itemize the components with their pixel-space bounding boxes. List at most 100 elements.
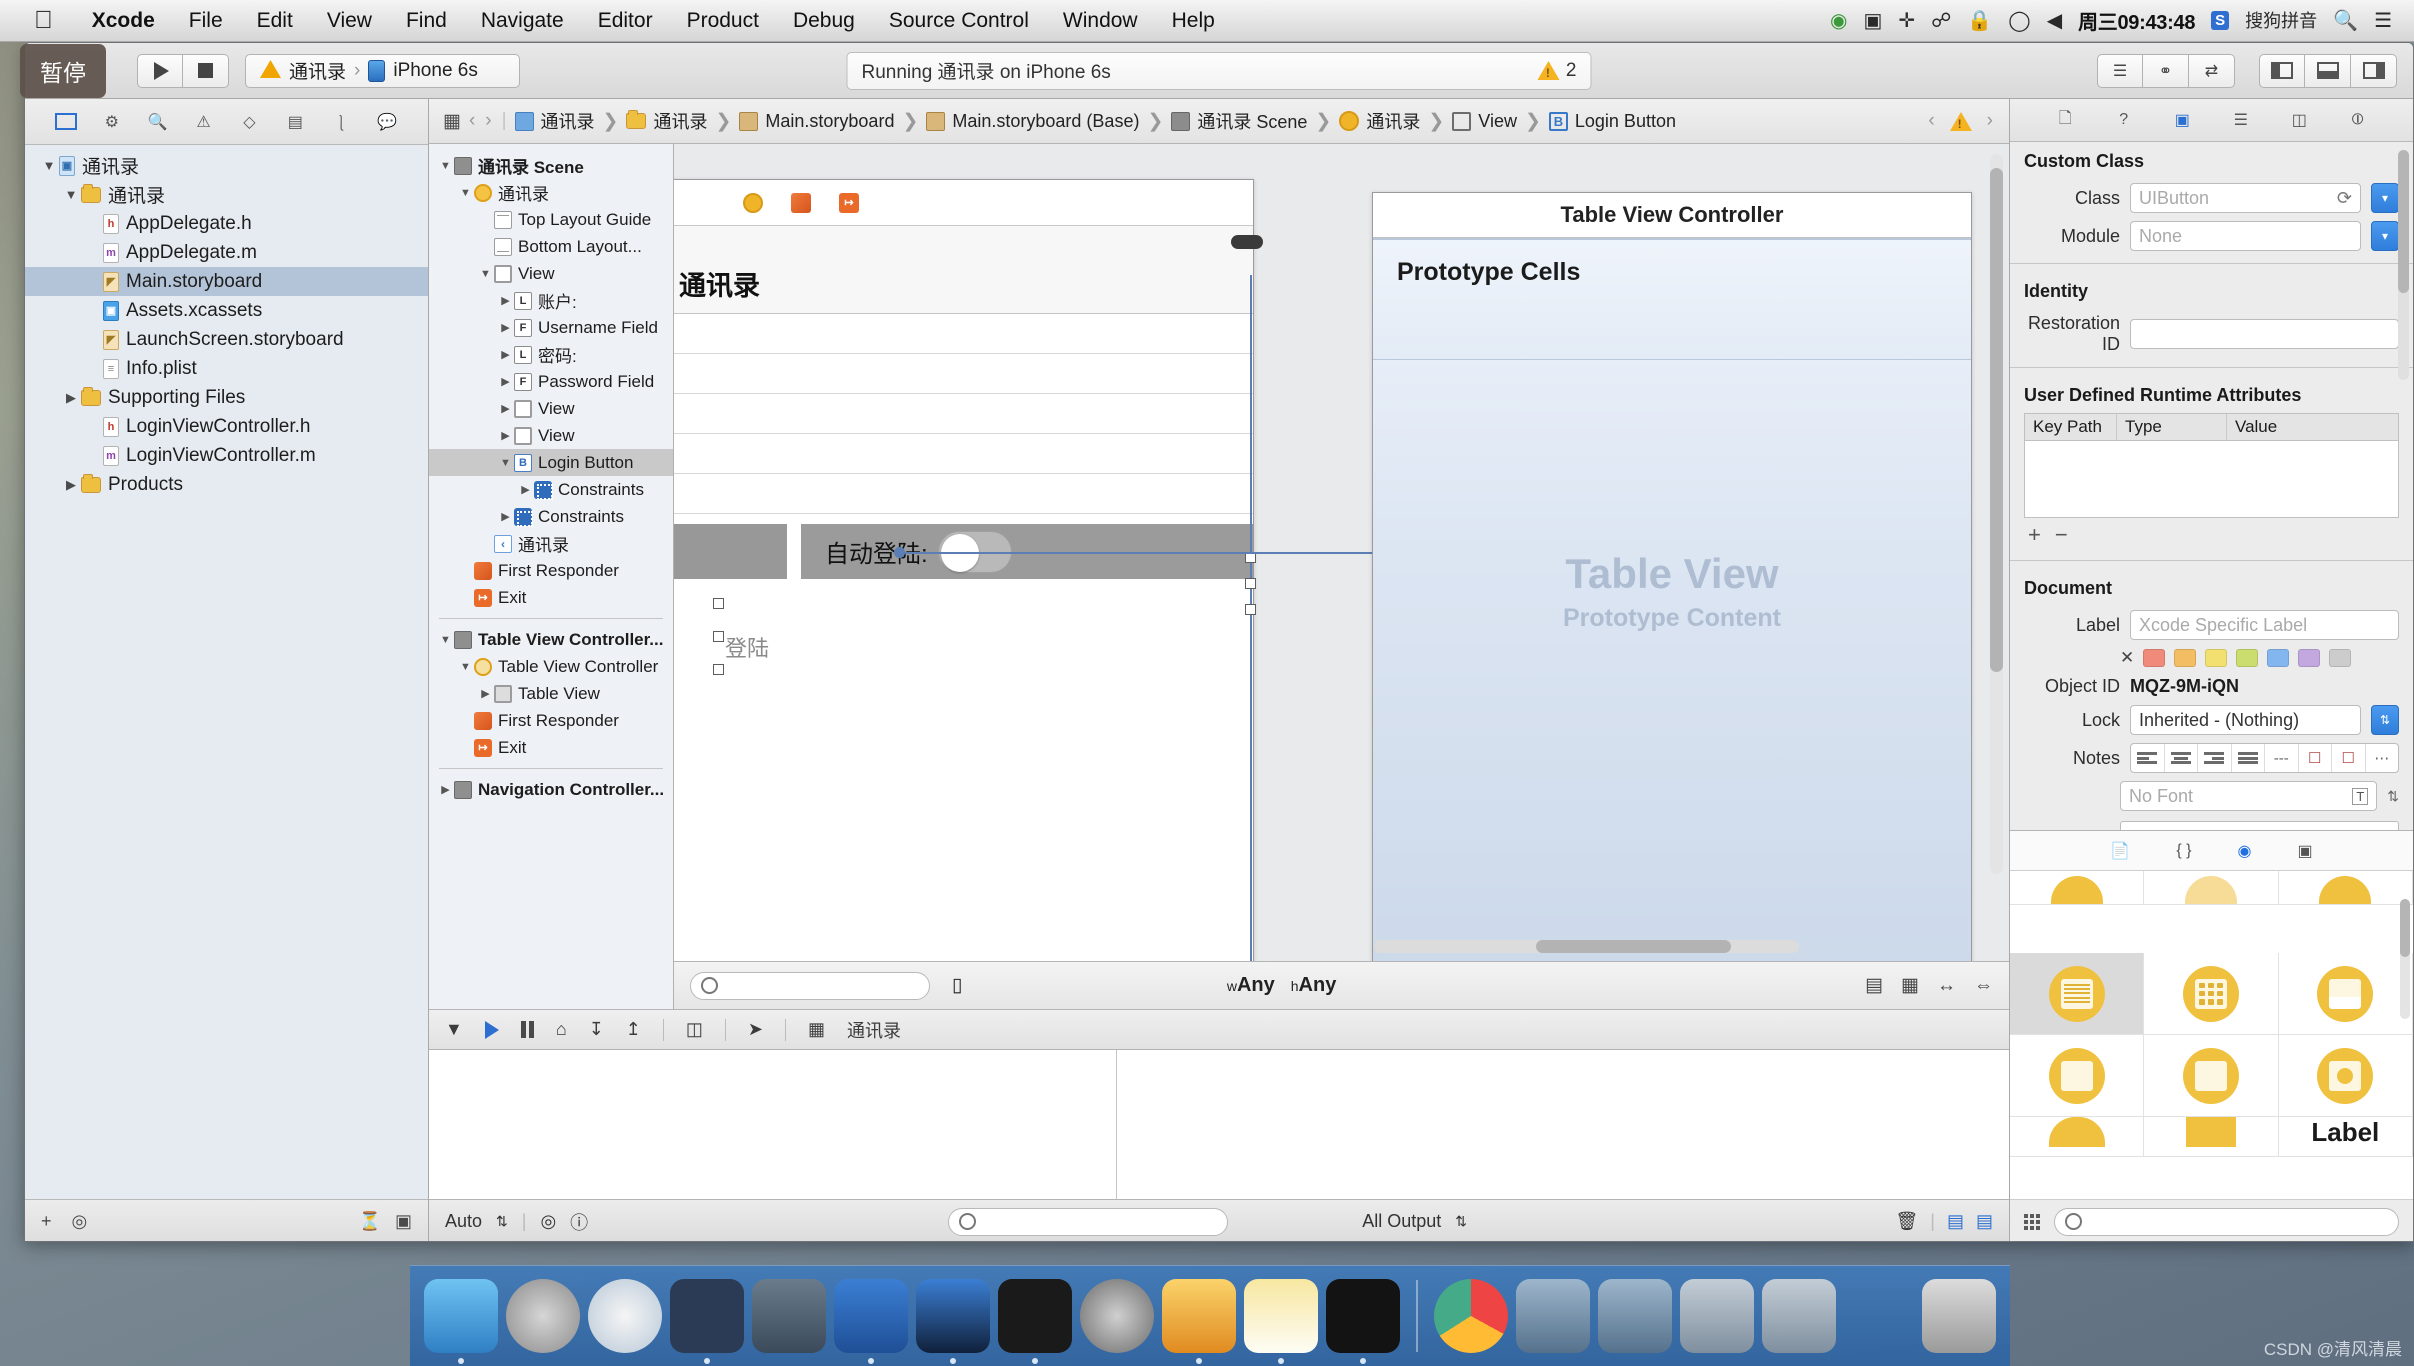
paste-style-icon[interactable]: ☐ [2332,744,2366,773]
quick-help-icon[interactable]: ? [2110,108,2138,132]
class-field[interactable]: UIButton ⟳ [2130,183,2361,214]
disclosure-triangle[interactable]: ▼ [497,457,514,469]
minus-icon[interactable]: − [2055,522,2068,548]
attributes-inspector-icon[interactable]: ☰ [2227,108,2255,132]
menu-item-edit[interactable]: Edit [240,9,310,33]
disclosure-triangle[interactable]: ▶ [497,348,514,361]
menu-item-window[interactable]: Window [1046,9,1155,33]
identity-inspector-icon[interactable]: ▣ [2168,108,2196,132]
menu-item-help[interactable]: Help [1155,9,1232,33]
lock-icon[interactable]: 🔒 [1967,11,1992,31]
source-control-filter-icon[interactable]: ▣ [395,1211,412,1232]
size-inspector-icon[interactable]: ◫ [2285,108,2313,132]
disclosure-triangle[interactable]: ▼ [61,187,81,202]
align-right-icon[interactable] [2198,744,2232,773]
outline-row[interactable]: ▶ L 密码: [429,341,673,368]
file-tree-row[interactable]: ▣ Assets.xcassets [25,296,428,325]
breadcrumb-item-4[interactable]: 通讯录 Scene [1171,108,1307,134]
control-center-icon[interactable]: ☰ [2374,11,2392,31]
file-tree-row[interactable]: ◤ Main.storyboard [25,267,428,296]
breadcrumb-item-1[interactable]: 通讯录 [626,108,707,134]
login-button-label[interactable]: 登陆 [725,631,769,663]
menu-item-find[interactable]: Find [389,9,464,33]
document-label-field[interactable]: Xcode Specific Label [2130,610,2399,641]
file-tree-row[interactable]: ◤ LaunchScreen.storyboard [25,325,428,354]
library-item-player[interactable] [2010,1117,2145,1157]
play-circle-icon[interactable]: ◉ [1830,11,1847,31]
continue-icon[interactable] [484,1020,499,1039]
ime-label[interactable]: 搜狗拼音 [2245,12,2317,30]
airdrop-icon[interactable]: ✛ [1898,11,1915,31]
outline-row[interactable]: First Responder [429,707,673,734]
library-item-table-view[interactable] [2010,953,2145,1035]
size-class-indicator[interactable]: wAny hAny [1227,974,1337,997]
more-options-icon[interactable]: ⋯ [2366,744,2399,772]
issue-navigator-icon[interactable]: ⚠ [189,109,219,135]
filter-icon[interactable]: ◎ [72,1211,88,1232]
media-library-icon[interactable]: ▣ [2297,841,2312,861]
source-control-navigator-icon[interactable]: ⚙ [97,109,127,135]
lock-dropdown-button[interactable]: ⇅ [2371,705,2399,736]
disclosure-triangle[interactable]: ▼ [477,268,494,280]
class-refresh-icon[interactable]: ⟳ [2337,188,2352,209]
volume-icon[interactable]: ◀ [2047,11,2062,31]
dock-item-trash[interactable] [1922,1279,1996,1353]
inspector-scrollbar[interactable] [2398,150,2409,381]
file-tree-row[interactable]: m LoginViewController.m [25,441,428,470]
color-swatch-gray[interactable] [2329,649,2352,668]
run-button[interactable] [137,53,183,88]
stop-button[interactable] [183,53,229,88]
font-stepper[interactable]: ⇅ [2387,788,2399,805]
dock-item-screen-4[interactable] [1762,1279,1836,1353]
color-swatch-orange[interactable] [2174,649,2197,668]
dock-item-notes[interactable] [1244,1279,1318,1364]
disclosure-triangle[interactable]: ▶ [477,687,494,700]
selection-handle[interactable] [713,664,724,675]
search-icon[interactable]: 🔍 [2333,11,2358,31]
menu-item-xcode[interactable]: Xcode [75,9,172,33]
disclosure-triangle[interactable]: ▼ [457,661,474,673]
project-navigator-icon[interactable] [51,109,81,135]
version-editor-button[interactable]: ⇄ [2189,53,2235,88]
library-item-view[interactable] [2144,1035,2279,1117]
dock-item-launchpad[interactable] [506,1279,580,1353]
disclosure-triangle[interactable]: ▶ [61,390,81,406]
outline-row[interactable]: ▶ L 账户: [429,287,673,314]
selection-handle[interactable] [713,631,724,642]
align-center-icon[interactable] [2165,744,2198,773]
library-filter-input[interactable] [2054,1207,2399,1236]
ime-badge-icon[interactable]: S [2211,11,2230,30]
font-field[interactable]: No Font T [2120,781,2378,812]
menu-item-debug[interactable]: Debug [776,9,872,33]
align-left-icon[interactable] [2131,744,2165,773]
disclosure-triangle[interactable]: ▶ [497,510,514,523]
menu-item-product[interactable]: Product [670,9,776,33]
library-item-label[interactable]: Label [2278,1117,2413,1157]
find-navigator-icon[interactable]: 🔍 [143,109,173,135]
library-item-collection-reusable-view[interactable] [2010,1035,2145,1117]
align-justify-icon[interactable] [2232,744,2265,773]
outline-row[interactable]: ▼ 通讯录 Scene [429,152,673,179]
toggle-navigator-button[interactable] [2259,53,2305,88]
file-tree-row[interactable]: ▼ ▣ 通讯录 [25,151,428,180]
dock-item-sketch[interactable] [1162,1279,1236,1364]
file-tree-row[interactable]: h AppDelegate.h [25,209,428,238]
variables-search-input[interactable] [947,1207,1228,1236]
outline-row[interactable]: ▼ View [429,260,673,287]
dock-item-finder[interactable] [424,1279,498,1364]
disclosure-triangle[interactable]: ▶ [437,783,454,796]
library-item-scene-kit[interactable] [2144,1117,2279,1157]
canvas-vertical-scrollbar[interactable] [1990,154,2003,874]
disclosure-triangle[interactable]: ▼ [457,187,474,199]
class-dropdown-button[interactable]: ▾ [2371,183,2399,214]
breakpoint-navigator-icon[interactable]: ⎱ [326,109,356,135]
canvas-horizontal-scrollbar[interactable] [1374,940,1799,953]
font-panel-icon[interactable]: T [2352,787,2369,805]
outline-row[interactable]: Bottom Layout... [429,233,673,260]
file-tree-row[interactable]: ▶ Products [25,470,428,499]
next-issue-icon[interactable]: › [1985,110,1995,132]
table-view-controller-scene[interactable]: Table View Controller Prototype Cells Ta… [1372,192,1972,961]
breadcrumb-item-0[interactable]: 通讯录 [514,108,595,134]
outline-row[interactable]: ▶ Constraints [429,476,673,503]
hide-debug-area-icon[interactable]: ▼ [445,1019,463,1040]
